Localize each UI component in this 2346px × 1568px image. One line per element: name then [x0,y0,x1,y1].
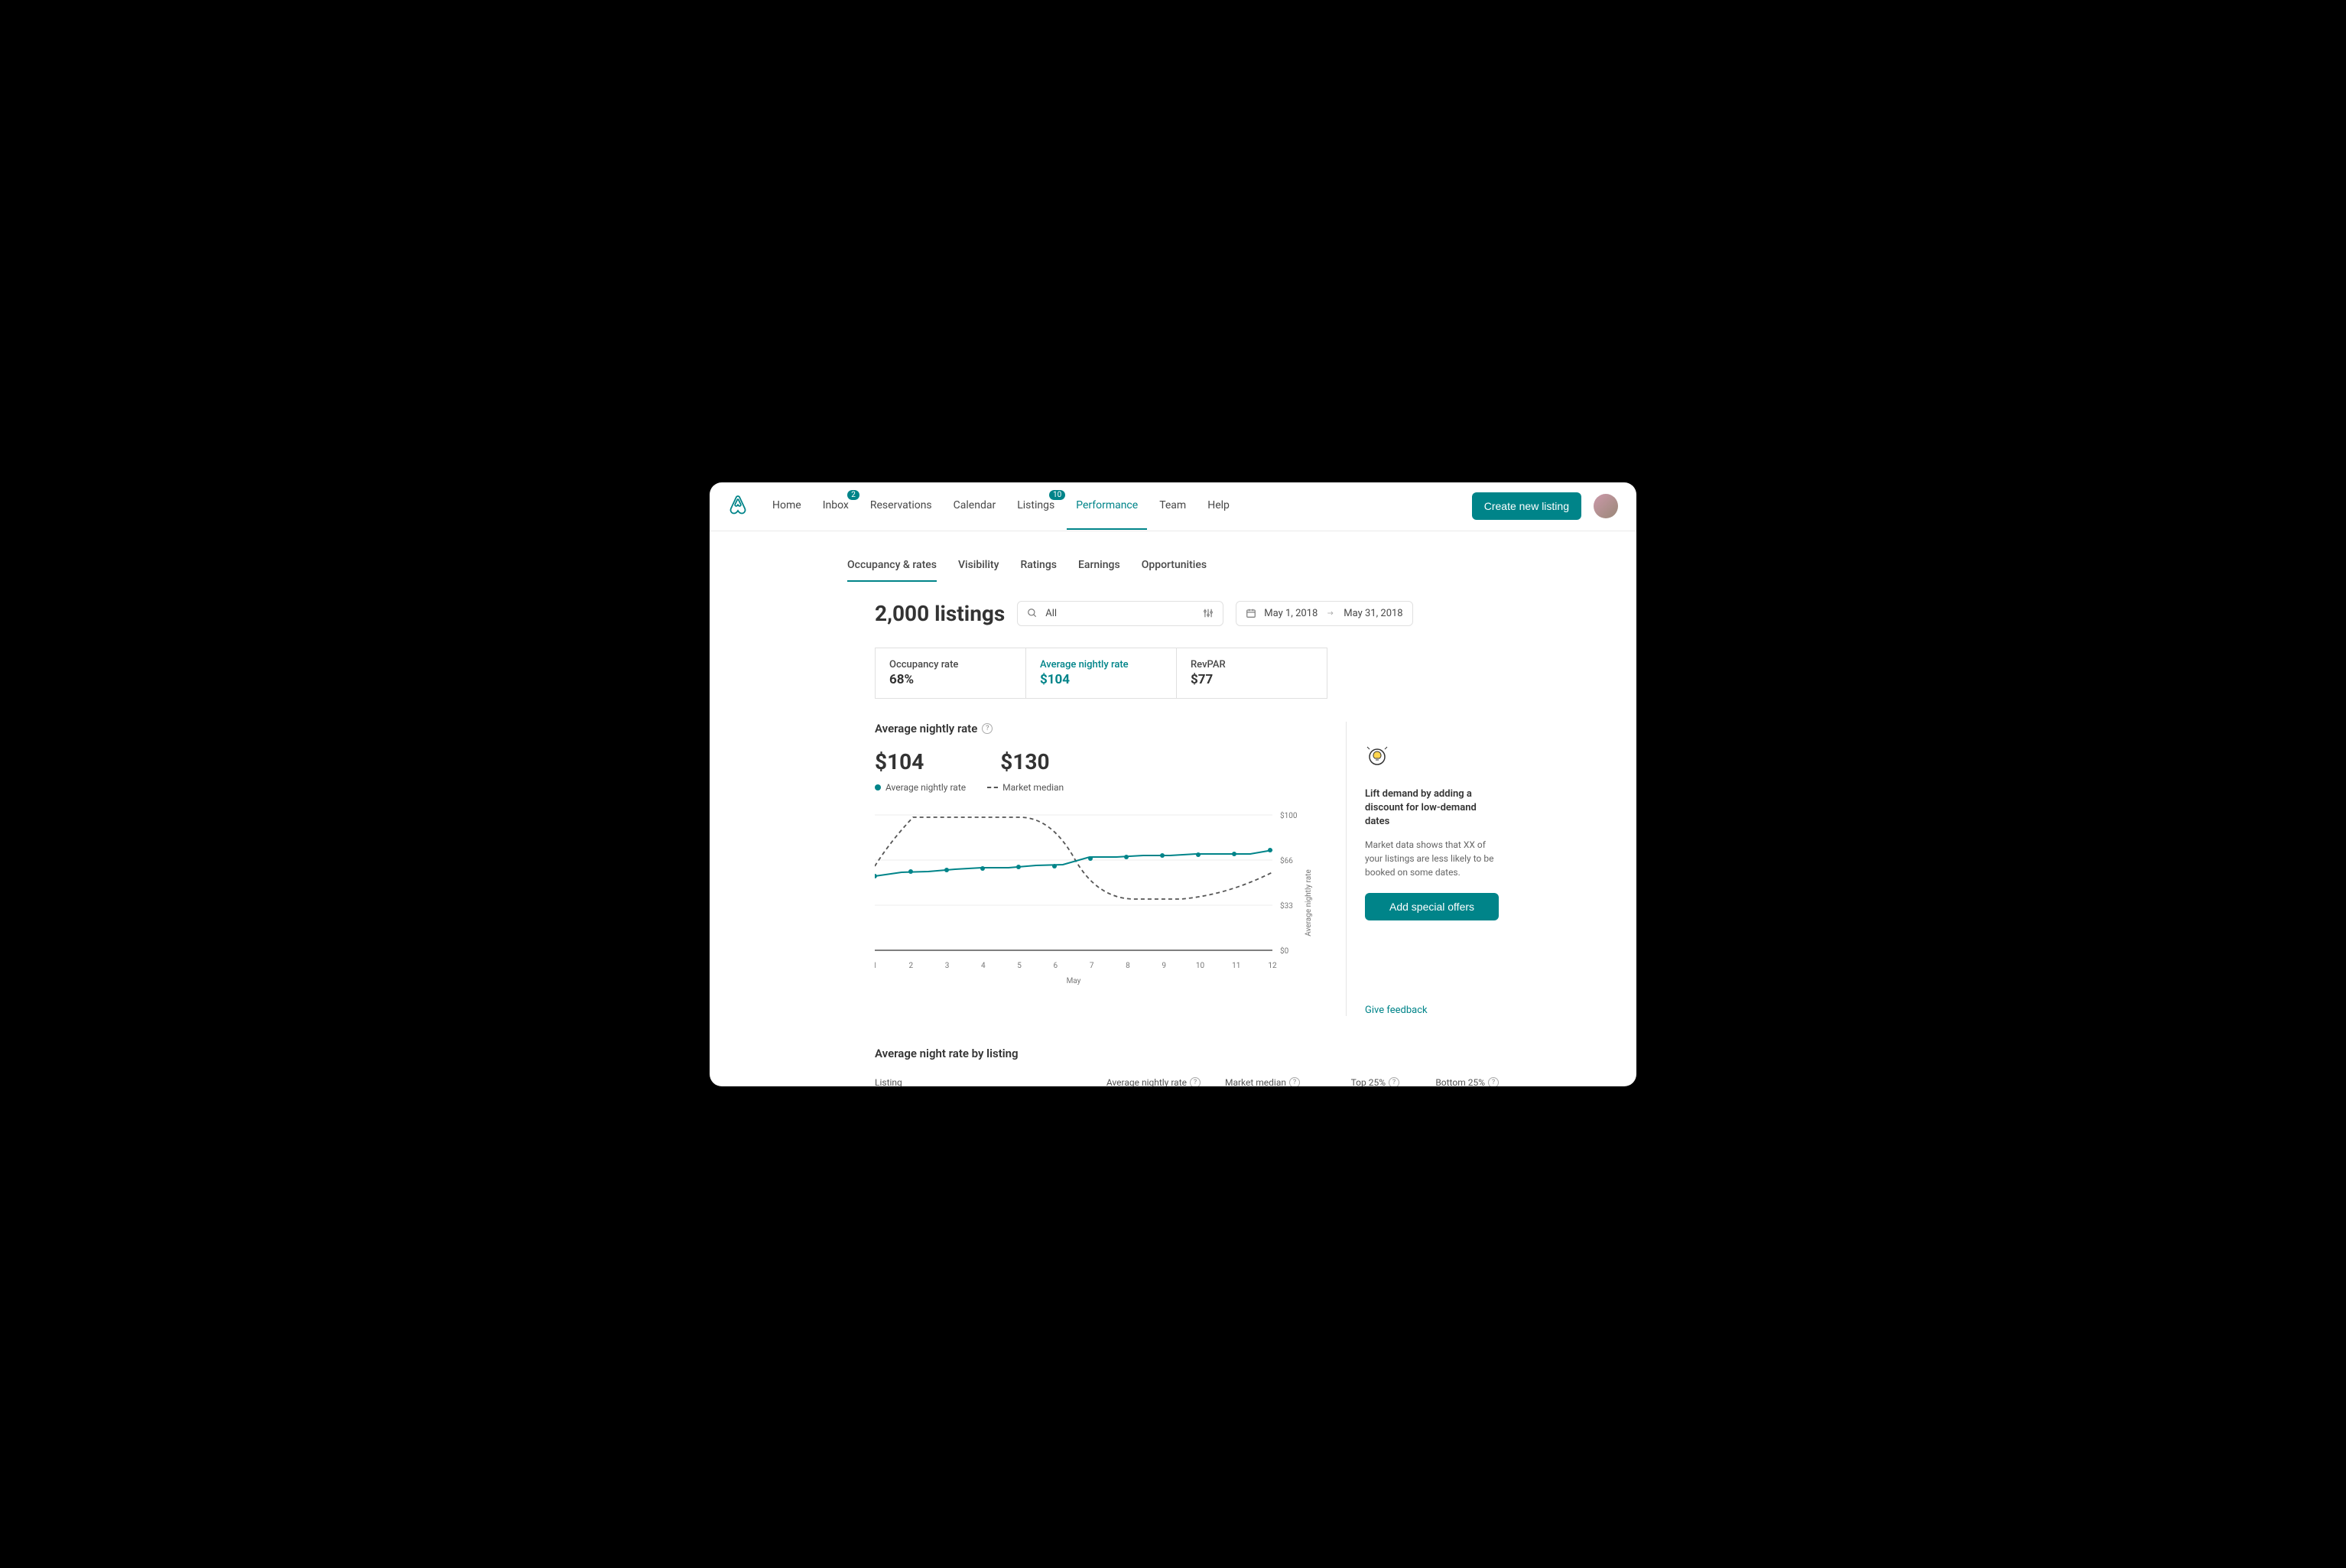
svg-text:7: 7 [1090,962,1094,970]
nav-listings[interactable]: Listings10 [1008,482,1064,530]
subtab-visibility[interactable]: Visibility [958,559,999,582]
top-nav: Home Inbox2 Reservations Calendar Listin… [763,482,1472,530]
metric-revpar[interactable]: RevPAR $77 [1176,648,1327,699]
sub-tabs: Occupancy & rates Visibility Ratings Ear… [847,559,1499,583]
line-chart: $100 $66 $33 $0 Average nightly rate 123… [875,811,1338,990]
svg-text:3: 3 [945,962,950,970]
date-range-picker[interactable]: May 1, 2018 May 31, 2018 [1236,601,1412,626]
svg-text:11: 11 [1232,962,1240,970]
nav-performance[interactable]: Performance [1067,482,1147,530]
sliders-icon [1203,608,1214,618]
svg-text:$100: $100 [1280,811,1298,820]
calendar-icon [1246,608,1256,618]
svg-text:8: 8 [1126,962,1130,970]
svg-text:6: 6 [1054,962,1058,970]
svg-text:2: 2 [908,962,913,970]
help-icon[interactable]: ? [1289,1077,1300,1086]
arrow-right-icon [1325,609,1336,617]
table-header: Listing Average nightly rate? Market med… [875,1077,1499,1086]
metric-avg-nightly[interactable]: Average nightly rate $104 [1025,648,1177,699]
help-icon[interactable]: ? [982,723,993,734]
table-title: Average night rate by listing [875,1047,1499,1060]
svg-text:$66: $66 [1280,855,1293,865]
help-icon[interactable]: ? [1389,1077,1399,1086]
nav-help[interactable]: Help [1198,482,1239,530]
legend-median: Market median [987,782,1064,793]
listings-badge: 10 [1049,490,1065,500]
svg-text:10: 10 [1196,962,1205,970]
nav-team[interactable]: Team [1150,482,1195,530]
avatar[interactable] [1594,494,1618,518]
add-offers-button[interactable]: Add special offers [1365,893,1499,920]
page-title: 2,000 listings [875,601,1005,626]
svg-text:1: 1 [875,962,877,970]
stat-median: $130 [1000,749,1049,774]
subtab-opportunities[interactable]: Opportunities [1142,559,1207,582]
svg-text:$0: $0 [1280,946,1289,956]
subtab-earnings[interactable]: Earnings [1078,559,1120,582]
help-icon[interactable]: ? [1488,1077,1499,1086]
listing-filter[interactable]: All [1017,601,1223,626]
inbox-badge: 2 [847,490,859,500]
help-icon[interactable]: ? [1190,1077,1201,1086]
subtab-ratings[interactable]: Ratings [1020,559,1057,582]
tip-title: Lift demand by adding a discount for low… [1365,787,1499,829]
legend-avg: Average nightly rate [875,782,966,793]
nav-inbox[interactable]: Inbox2 [814,482,858,530]
nav-home[interactable]: Home [763,482,811,530]
svg-text:4: 4 [981,962,986,970]
svg-text:12: 12 [1268,962,1277,970]
svg-text:May: May [1067,977,1081,985]
stat-avg-rate: $104 [875,749,924,774]
nav-calendar[interactable]: Calendar [944,482,1006,530]
metric-occupancy[interactable]: Occupancy rate 68% [875,648,1026,699]
svg-text:Average nightly rate: Average nightly rate [1305,869,1313,937]
svg-text:$33: $33 [1280,901,1293,911]
create-listing-button[interactable]: Create new listing [1472,492,1581,520]
lightbulb-icon [1365,745,1389,769]
search-icon [1027,608,1038,618]
give-feedback-link[interactable]: Give feedback [1365,1005,1499,1016]
tip-body: Market data shows that XX of your listin… [1365,838,1499,879]
svg-text:5: 5 [1017,962,1022,970]
subtab-occupancy[interactable]: Occupancy & rates [847,559,937,582]
airbnb-logo-icon[interactable] [728,494,748,518]
svg-text:9: 9 [1162,962,1166,970]
chart-title: Average nightly rate [875,722,977,735]
nav-reservations[interactable]: Reservations [861,482,941,530]
